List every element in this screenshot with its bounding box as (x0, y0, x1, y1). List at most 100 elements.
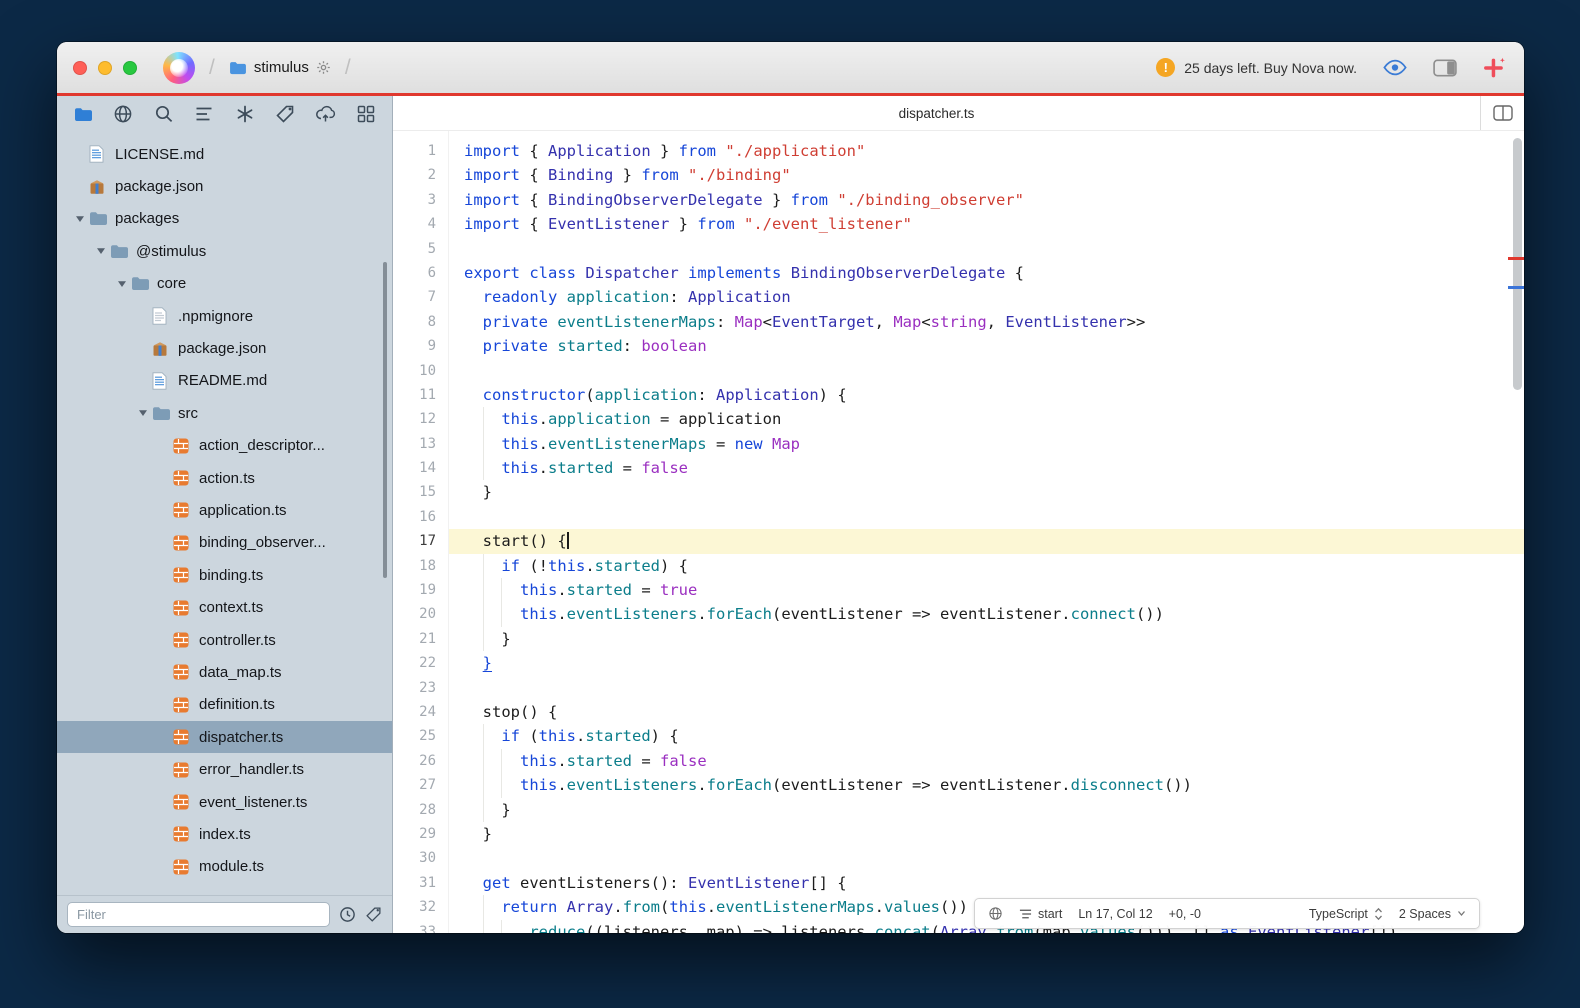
code-line[interactable]: 11 constructor(application: Application)… (393, 383, 1524, 407)
disclosure-chevron-icon[interactable] (113, 280, 131, 288)
code-line[interactable]: 10 (393, 359, 1524, 383)
code-line[interactable]: 20 this.eventListeners.forEach(eventList… (393, 602, 1524, 626)
tree-item-controller-ts[interactable]: controller.ts (57, 624, 392, 656)
line-number: 24 (393, 700, 436, 724)
tag-icon[interactable] (274, 103, 296, 125)
globe-icon[interactable] (112, 103, 134, 125)
search-icon[interactable] (153, 103, 175, 125)
tree-item-license-md[interactable]: LICENSE.md (57, 138, 392, 170)
tree-item--npmignore[interactable]: .npmignore (57, 300, 392, 332)
tree-item-binding-ts[interactable]: binding.ts (57, 559, 392, 591)
code-line[interactable]: 30 (393, 846, 1524, 870)
indent-selector[interactable]: 2 Spaces (1399, 907, 1466, 921)
line-content: } (449, 651, 1524, 675)
code-line[interactable]: 27 this.eventListeners.forEach(eventList… (393, 773, 1524, 797)
code-line[interactable]: 26 this.started = false (393, 749, 1524, 773)
split-editor-button[interactable] (1480, 96, 1524, 130)
code-line[interactable]: 15 } (393, 480, 1524, 504)
filter-input[interactable] (67, 902, 330, 927)
disclosure-chevron-icon[interactable] (71, 215, 89, 223)
code-line[interactable]: 13 this.eventListenerMaps = new Map (393, 432, 1524, 456)
tree-item--stimulus[interactable]: @stimulus (57, 235, 392, 267)
globe-status-icon[interactable] (988, 906, 1003, 921)
tree-item-readme-md[interactable]: README.md (57, 365, 392, 397)
code-area[interactable]: 1import { Application } from "./applicat… (393, 131, 1524, 933)
code-line[interactable]: 12 this.application = application (393, 407, 1524, 431)
code-line[interactable]: 19 this.started = true (393, 578, 1524, 602)
code-line[interactable]: 31 get eventListeners(): EventListener[]… (393, 871, 1524, 895)
code-line[interactable]: 18 if (!this.started) { (393, 554, 1524, 578)
code-line[interactable]: 9 private started: boolean (393, 334, 1524, 358)
code-line[interactable]: 23 (393, 676, 1524, 700)
line-number: 33 (393, 920, 436, 934)
code-line[interactable]: 22 } (393, 651, 1524, 675)
gear-icon[interactable] (316, 60, 331, 75)
code-line[interactable]: 5 (393, 237, 1524, 261)
code-line[interactable]: 28 } (393, 798, 1524, 822)
code-line[interactable]: 21 } (393, 627, 1524, 651)
tree-item-application-ts[interactable]: application.ts (57, 494, 392, 526)
language-selector[interactable]: TypeScript (1309, 907, 1383, 921)
tree-item-module-ts[interactable]: module.ts (57, 851, 392, 883)
code-line[interactable]: 4import { EventListener } from "./event_… (393, 212, 1524, 236)
list-icon[interactable] (193, 103, 215, 125)
ts-file-icon (173, 600, 195, 616)
tree-item-error-handler-ts[interactable]: error_handler.ts (57, 753, 392, 785)
cloud-upload-icon[interactable] (315, 103, 337, 125)
tree-item-core[interactable]: core (57, 268, 392, 300)
code-line[interactable]: 16 (393, 505, 1524, 529)
code-line[interactable]: 1import { Application } from "./applicat… (393, 139, 1524, 163)
ts-file-icon (173, 535, 195, 551)
code-lines: 1import { Application } from "./applicat… (393, 139, 1524, 933)
tree-item-data-map-ts[interactable]: data_map.ts (57, 656, 392, 688)
code-line[interactable]: 6export class Dispatcher implements Bind… (393, 261, 1524, 285)
trial-notice[interactable]: ! 25 days left. Buy Nova now. (1156, 58, 1357, 77)
code-line[interactable]: 29 } (393, 822, 1524, 846)
zoom-button[interactable] (123, 61, 137, 75)
tree-item-package-json[interactable]: package.json (57, 170, 392, 202)
tree-item-dispatcher-ts[interactable]: dispatcher.ts (57, 721, 392, 753)
close-button[interactable] (73, 61, 87, 75)
line-number: 30 (393, 846, 436, 870)
code-line[interactable]: 25 if (this.started) { (393, 724, 1524, 748)
tree-item-package-json[interactable]: package.json (57, 332, 392, 364)
code-line[interactable]: 14 this.started = false (393, 456, 1524, 480)
code-line[interactable]: 7 readonly application: Application (393, 285, 1524, 309)
scrollbar-thumb[interactable] (1513, 138, 1522, 390)
tree-item-binding-observer-[interactable]: binding_observer... (57, 527, 392, 559)
editor-scrollbar (1508, 131, 1524, 933)
tree-item-src[interactable]: src (57, 397, 392, 429)
tree-item-label: event_listener.ts (199, 794, 307, 811)
diff-counts[interactable]: +0, -0 (1169, 907, 1201, 921)
grid-icon[interactable] (355, 103, 377, 125)
code-line[interactable]: 8 private eventListenerMaps: Map<EventTa… (393, 310, 1524, 334)
panel-toggle-icon[interactable] (1433, 59, 1457, 77)
code-line[interactable]: 2import { Binding } from "./binding" (393, 163, 1524, 187)
tag-filter-icon[interactable] (365, 906, 382, 923)
code-line[interactable]: 24 stop() { (393, 700, 1524, 724)
tree-item-context-ts[interactable]: context.ts (57, 591, 392, 623)
tree-item-index-ts[interactable]: index.ts (57, 818, 392, 850)
clock-icon[interactable] (339, 906, 356, 923)
minimize-button[interactable] (98, 61, 112, 75)
preview-eye-icon[interactable] (1382, 59, 1408, 76)
indent-guide (501, 749, 502, 773)
tree-item-action-ts[interactable]: action.ts (57, 462, 392, 494)
new-item-plus-icon[interactable] (1482, 56, 1506, 80)
disclosure-chevron-icon[interactable] (92, 247, 110, 255)
tree-item-packages[interactable]: packages (57, 203, 392, 235)
disclosure-chevron-icon[interactable] (134, 409, 152, 417)
stepper-chevrons-icon (1374, 907, 1383, 921)
folder-icon[interactable] (72, 103, 94, 125)
cursor-position[interactable]: Ln 17, Col 12 (1078, 907, 1152, 921)
code-line[interactable]: 17 start() { (393, 529, 1524, 553)
project-chip[interactable]: stimulus (229, 59, 331, 76)
code-line[interactable]: 3import { BindingObserverDelegate } from… (393, 188, 1524, 212)
indent-guide (483, 456, 484, 480)
tree-item-action-descriptor-[interactable]: action_descriptor... (57, 430, 392, 462)
current-symbol[interactable]: start (1019, 907, 1062, 921)
tree-item-definition-ts[interactable]: definition.ts (57, 689, 392, 721)
tree-item-event-listener-ts[interactable]: event_listener.ts (57, 786, 392, 818)
sidebar-scrollbar[interactable] (383, 262, 387, 578)
asterisk-icon[interactable] (234, 103, 256, 125)
